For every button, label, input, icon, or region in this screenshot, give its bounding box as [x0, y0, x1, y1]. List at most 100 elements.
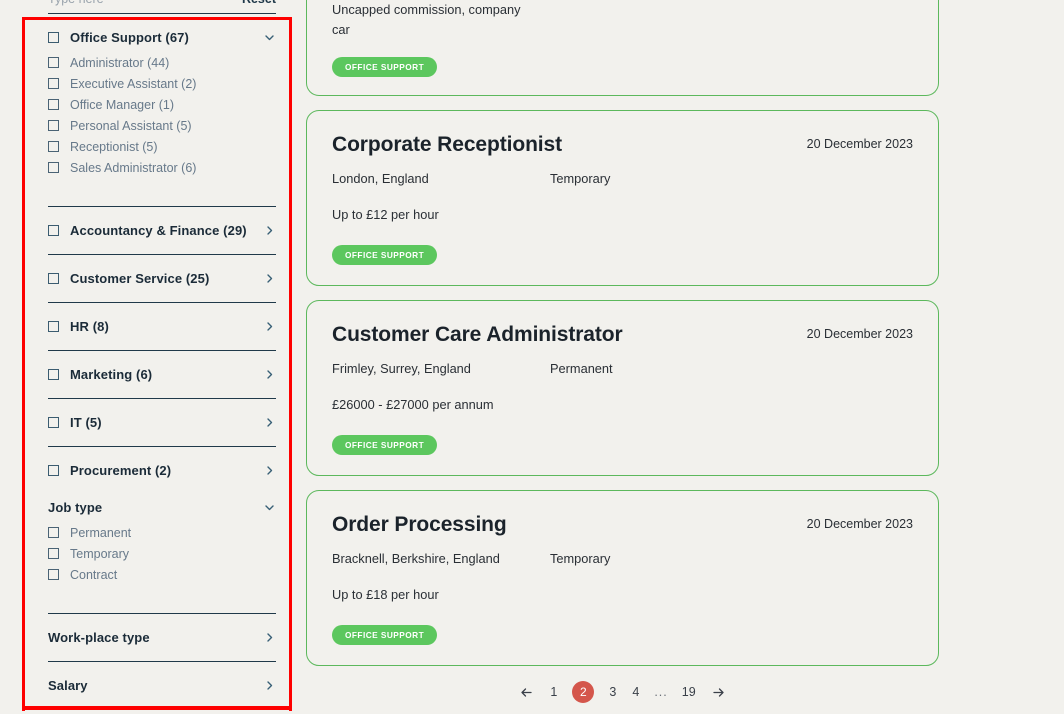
filter-list: Office Support (67) Administrator (44) E… [48, 24, 276, 714]
job-type-options: Permanent Temporary Contract [48, 521, 276, 585]
filter-label: Customer Service (25) [70, 271, 210, 286]
chevron-down-icon[interactable] [263, 31, 276, 44]
page-button-2-active[interactable]: 2 [572, 681, 595, 703]
checkbox-accountancy-finance[interactable] [48, 225, 59, 236]
job-salary: £26000 - £27000 per annum [332, 397, 494, 412]
chevron-right-icon[interactable] [263, 368, 276, 381]
job-card-partial[interactable]: Uncapped commission, company car OFFICE … [306, 0, 939, 96]
checkbox-contract[interactable] [48, 569, 59, 580]
filter-group-job-type[interactable]: Job type [48, 494, 276, 521]
chevron-right-icon[interactable] [263, 631, 276, 644]
checkbox-personal-assistant[interactable] [48, 120, 59, 131]
job-salary: Up to £12 per hour [332, 207, 439, 222]
checkbox-temporary[interactable] [48, 548, 59, 559]
filter-sector-accountancy-finance[interactable]: Accountancy & Finance (29) [48, 217, 276, 244]
filter-office-manager[interactable]: Office Manager (1) [48, 94, 276, 115]
filter-temporary[interactable]: Temporary [48, 543, 276, 564]
checkbox-it[interactable] [48, 417, 59, 428]
page-button-3[interactable]: 3 [608, 685, 617, 699]
filter-sector-hr[interactable]: HR (8) [48, 313, 276, 340]
filter-group-workplace-type[interactable]: Work-place type [48, 624, 276, 651]
filter-sector-it[interactable]: IT (5) [48, 409, 276, 436]
filter-group-salary[interactable]: Salary [48, 672, 276, 699]
filter-sales-administrator[interactable]: Sales Administrator (6) [48, 157, 276, 178]
page-ellipsis: ... [654, 685, 668, 699]
filter-sector-customer-service[interactable]: Customer Service (25) [48, 265, 276, 292]
chevron-down-icon[interactable] [263, 501, 276, 514]
chevron-right-icon[interactable] [263, 679, 276, 692]
checkbox-office-support[interactable] [48, 32, 59, 43]
checkbox-office-manager[interactable] [48, 99, 59, 110]
checkbox-customer-service[interactable] [48, 273, 59, 284]
filter-contract[interactable]: Contract [48, 564, 276, 585]
page-button-1[interactable]: 1 [549, 685, 558, 699]
job-location: London, England [332, 171, 429, 186]
job-results-list: Uncapped commission, company car OFFICE … [306, 0, 939, 704]
checkbox-sales-administrator[interactable] [48, 162, 59, 173]
filter-sector-procurement[interactable]: Procurement (2) [48, 457, 276, 484]
checkbox-marketing[interactable] [48, 369, 59, 380]
job-type: Permanent [550, 361, 613, 376]
job-card[interactable]: 20 December 2023 Order Processing Brackn… [306, 490, 939, 666]
filter-label: Executive Assistant (2) [70, 76, 197, 91]
job-salary: Up to £18 per hour [332, 587, 439, 602]
checkbox-administrator[interactable] [48, 57, 59, 68]
keyword-input-underline [48, 13, 276, 14]
filter-label: Work-place type [48, 630, 150, 645]
filter-executive-assistant[interactable]: Executive Assistant (2) [48, 73, 276, 94]
checkbox-hr[interactable] [48, 321, 59, 332]
filter-personal-assistant[interactable]: Personal Assistant (5) [48, 115, 276, 136]
keyword-search-row: Type here Reset [48, 0, 276, 12]
chevron-right-icon[interactable] [263, 416, 276, 429]
filter-permanent[interactable]: Permanent [48, 522, 276, 543]
chevron-right-icon[interactable] [263, 464, 276, 477]
arrow-right-icon[interactable] [710, 684, 727, 701]
job-location: Bracknell, Berkshire, England [332, 551, 500, 566]
keyword-input-placeholder[interactable]: Type here [48, 0, 104, 5]
checkbox-procurement[interactable] [48, 465, 59, 476]
office-support-children: Administrator (44) Executive Assistant (… [48, 51, 276, 178]
filter-label: Sales Administrator (6) [70, 160, 197, 175]
job-category-badge: OFFICE SUPPORT [332, 625, 438, 645]
chevron-right-icon[interactable] [263, 224, 276, 237]
filter-receptionist[interactable]: Receptionist (5) [48, 136, 276, 157]
filter-label: Contract [70, 567, 118, 582]
checkbox-permanent[interactable] [48, 527, 59, 538]
filter-administrator[interactable]: Administrator (44) [48, 52, 276, 73]
job-card[interactable]: 20 December 2023 Corporate Receptionist … [306, 110, 939, 286]
filter-sector-marketing[interactable]: Marketing (6) [48, 361, 276, 388]
chevron-right-icon[interactable] [263, 272, 276, 285]
page-button-19[interactable]: 19 [682, 685, 696, 699]
annotation-highlight-box-bottom [22, 706, 292, 710]
page-button-4[interactable]: 4 [631, 685, 640, 699]
chevron-right-icon[interactable] [263, 320, 276, 333]
job-meta: Frimley, Surrey, England Permanent [332, 361, 913, 376]
job-posted-date: 20 December 2023 [806, 327, 913, 341]
filter-label: Temporary [70, 546, 130, 561]
filter-sector-office-support[interactable]: Office Support (67) [48, 24, 276, 51]
job-category-badge: OFFICE SUPPORT [332, 57, 438, 77]
filter-label: Personal Assistant (5) [70, 118, 192, 133]
filter-label: HR (8) [70, 319, 109, 334]
arrow-left-icon[interactable] [518, 684, 535, 701]
job-category-badge: OFFICE SUPPORT [332, 245, 438, 265]
job-category-badge: OFFICE SUPPORT [332, 435, 438, 455]
pagination: 1 2 3 4 ... 19 [306, 680, 939, 704]
checkbox-executive-assistant[interactable] [48, 78, 59, 89]
job-description-line-2: car [332, 22, 350, 37]
job-location: Frimley, Surrey, England [332, 361, 471, 376]
checkbox-receptionist[interactable] [48, 141, 59, 152]
job-card[interactable]: 20 December 2023 Customer Care Administr… [306, 300, 939, 476]
filter-label: Marketing (6) [70, 367, 153, 382]
reset-filters-button[interactable]: Reset [242, 0, 276, 5]
filter-label: Office Manager (1) [70, 97, 174, 112]
